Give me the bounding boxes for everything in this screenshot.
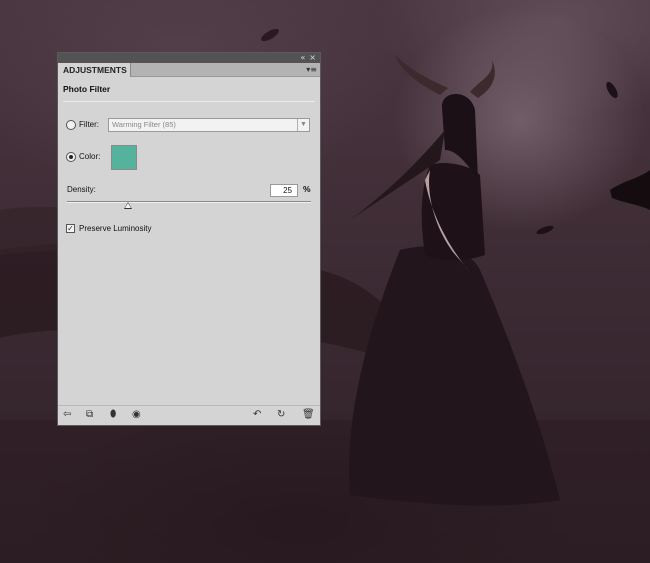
panel-menu-icon[interactable]: ▾≡	[306, 65, 317, 74]
panel-titlebar[interactable]: « ×	[58, 53, 320, 63]
chevron-down-icon[interactable]: ▼	[297, 119, 309, 131]
density-input[interactable]: 25	[270, 184, 298, 197]
collapse-icon[interactable]: «	[300, 54, 305, 62]
trash-icon[interactable]: 🗑	[302, 409, 315, 421]
previous-state-icon[interactable]: ↶	[253, 409, 261, 421]
density-slider-thumb[interactable]	[124, 202, 132, 209]
density-slider-track[interactable]	[67, 201, 311, 203]
color-radio[interactable]	[66, 152, 76, 162]
color-swatch[interactable]	[111, 145, 137, 170]
clip-to-layer-icon[interactable]: ⧉	[86, 409, 93, 421]
color-label: Color:	[79, 152, 101, 161]
filter-radio[interactable]	[66, 120, 76, 130]
tab-adjustments[interactable]: ADJUSTMENTS	[58, 63, 131, 77]
filter-dropdown[interactable]: Warming Filter (85) ▼	[108, 118, 310, 132]
panel-title: Photo Filter	[63, 84, 111, 94]
density-unit: %	[303, 184, 311, 194]
filter-label: Filter:	[79, 120, 99, 129]
bottom-toolbar: ⇦ ⧉ ⬮ ◉ ↶ ↻ 🗑	[58, 405, 320, 425]
density-label: Density:	[67, 185, 96, 194]
filter-dropdown-value: Warming Filter (85)	[112, 120, 176, 129]
adjustments-panel: « × ADJUSTMENTS ▾≡ Photo Filter Filter: …	[57, 52, 321, 426]
close-icon[interactable]: ×	[309, 54, 316, 62]
back-arrow-icon[interactable]: ⇦	[63, 409, 71, 421]
divider	[63, 101, 315, 102]
preserve-luminosity-checkbox[interactable]: ✓	[66, 224, 75, 233]
layer-visibility-icon[interactable]: ⬮	[110, 409, 116, 421]
reset-icon[interactable]: ↻	[277, 409, 285, 421]
panel-tab-row: ADJUSTMENTS ▾≡	[58, 63, 320, 77]
preserve-luminosity-label: Preserve Luminosity	[79, 224, 152, 233]
eye-icon[interactable]: ◉	[132, 409, 141, 421]
